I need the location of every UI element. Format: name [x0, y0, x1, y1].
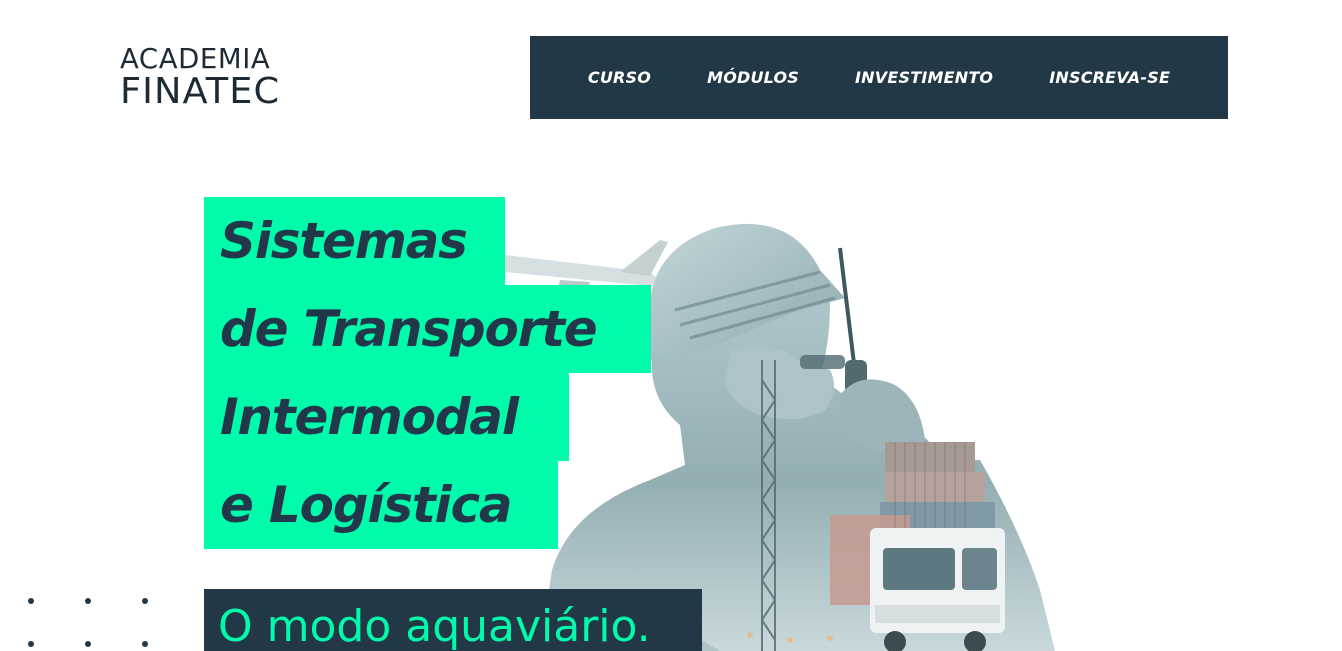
- nav-item-investimento[interactable]: INVESTIMENTO: [855, 68, 993, 87]
- hero-title-line-2: de Transporte: [204, 285, 651, 373]
- truck-shape: [870, 528, 1005, 651]
- logo-text-academia: ACADEMIA: [120, 43, 271, 75]
- academia-finatec-logo[interactable]: ACADEMIA FINATEC: [120, 44, 322, 110]
- nav-item-curso[interactable]: CURSO: [588, 68, 651, 87]
- decorative-dot-grid: [28, 596, 158, 651]
- landing-page: ACADEMIA FINATEC CURSO MÓDULOS INVESTIME…: [0, 0, 1342, 651]
- dot: [28, 641, 34, 647]
- worker-radio-cargo-image: [505, 223, 1055, 651]
- dot: [85, 598, 91, 604]
- hero-title-line-1: Sistemas: [204, 197, 505, 285]
- hero-title-line-3: Intermodal: [204, 373, 569, 461]
- hero-subtitle: O modo aquaviário.: [204, 589, 702, 651]
- airplane-shape: [505, 240, 668, 290]
- logo-text-finatec: FINATEC: [120, 71, 281, 112]
- nav-item-modulos[interactable]: MÓDULOS: [707, 68, 799, 87]
- main-nav: CURSO MÓDULOS INVESTIMENTO INSCREVA-SE: [530, 36, 1228, 119]
- dot: [85, 641, 91, 647]
- dot: [142, 641, 148, 647]
- nav-item-inscreva-se[interactable]: INSCREVA-SE: [1049, 68, 1170, 87]
- dot: [142, 598, 148, 604]
- hero-title-line-4: e Logística: [204, 461, 558, 549]
- dot: [28, 598, 34, 604]
